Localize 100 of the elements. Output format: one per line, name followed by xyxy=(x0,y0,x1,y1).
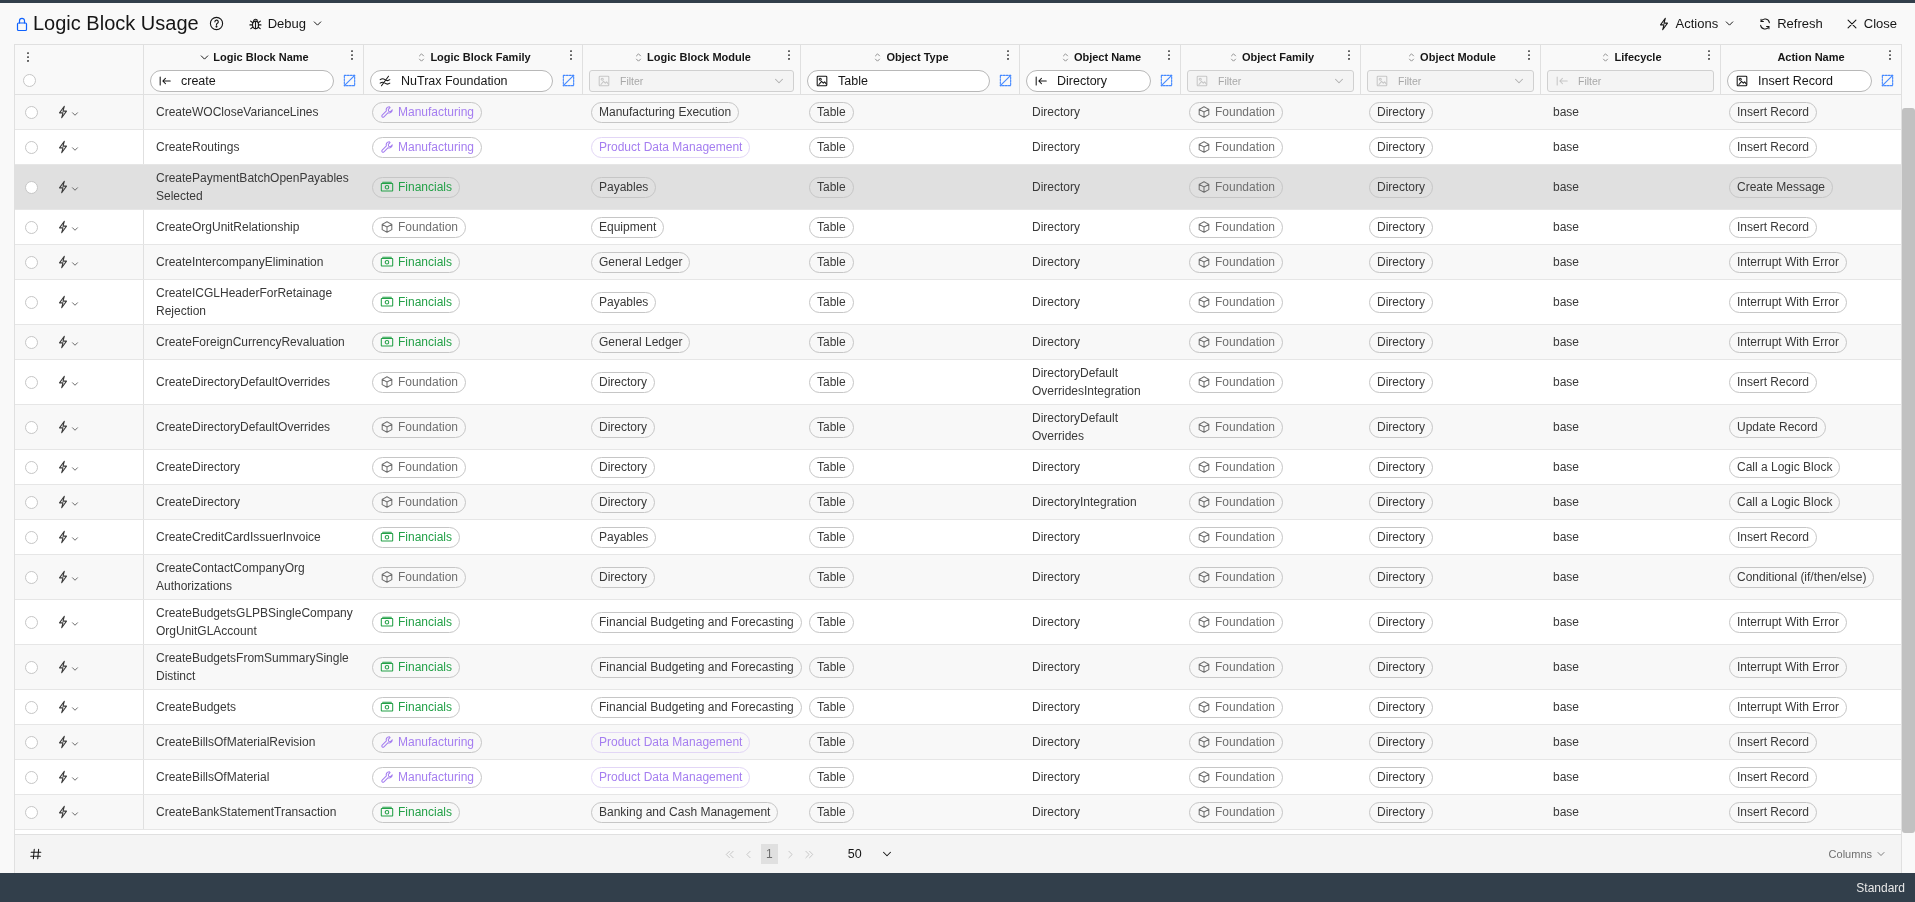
table-row[interactable]: CreateCreditCardIssuerInvoice Financials Payables Table Directory Foundation Directory base Insert Record xyxy=(15,520,1901,555)
filter-field[interactable]: NuTrax Foundation xyxy=(370,69,553,92)
table-row[interactable]: CreateContactCompanyOrg Authorizations Foundation Directory Table Directory Foundation Directory base Conditional (if/then/else) xyxy=(15,555,1901,600)
table-row[interactable]: CreateDirectoryDefaultOverrides Foundation Directory Table DirectoryDefault Overrides Foundation Directory base Update Record xyxy=(15,405,1901,450)
table-row[interactable]: CreatePaymentBatchOpenPayables Selected Financials Payables Table Directory Foundation Directory base Create Message xyxy=(15,165,1901,210)
refresh-button[interactable]: Refresh xyxy=(1754,14,1827,33)
row-actions-button[interactable] xyxy=(56,295,80,309)
column-header[interactable]: Action Name xyxy=(1777,51,1845,63)
filter-field[interactable]: Insert Record xyxy=(1727,69,1872,92)
row-actions-button[interactable] xyxy=(56,375,80,389)
row-checkbox[interactable] xyxy=(25,530,38,544)
row-checkbox[interactable] xyxy=(25,375,38,389)
column-header[interactable]: Lifecycle xyxy=(1599,50,1662,64)
row-actions-button[interactable] xyxy=(56,805,80,819)
clear-filter-icon[interactable] xyxy=(1159,73,1174,88)
column-header[interactable]: Logic Block Family xyxy=(415,50,531,64)
table-row[interactable]: CreateDirectory Foundation Directory Table Directory Foundation Directory base Call a Logic Block xyxy=(15,450,1901,485)
clear-filter-icon[interactable] xyxy=(1880,73,1895,88)
actions-button[interactable]: Actions xyxy=(1652,14,1741,33)
row-checkbox[interactable] xyxy=(25,420,38,434)
column-header[interactable]: Object Name xyxy=(1058,50,1142,64)
filter-field[interactable]: Filter xyxy=(1367,69,1534,92)
column-header[interactable]: Object Module xyxy=(1405,50,1496,64)
row-actions-button[interactable] xyxy=(56,105,80,119)
cash-icon xyxy=(380,660,394,674)
row-actions-button[interactable] xyxy=(56,460,80,474)
row-actions-button[interactable] xyxy=(56,220,80,234)
chevron-down-icon xyxy=(70,809,80,819)
table-row[interactable]: CreateBillsOfMaterialRevision Manufacturing Product Data Management Table Directory Foundation Directory base Insert Record xyxy=(15,725,1901,760)
cash-icon xyxy=(380,700,394,714)
logic-block-name: CreateContactCompanyOrg Authorizations xyxy=(156,560,305,595)
column-header[interactable]: Object Family xyxy=(1226,50,1315,64)
row-checkbox[interactable] xyxy=(25,255,38,269)
row-actions-button[interactable] xyxy=(56,700,80,714)
table-row[interactable]: CreateICGLHeaderForRetainage Rejection Financials Payables Table Directory Foundation Directory base Interrupt With Error xyxy=(15,280,1901,325)
chevron-down-icon xyxy=(70,534,80,544)
row-actions-button[interactable] xyxy=(56,255,80,269)
table-row[interactable]: CreateRoutings Manufacturing Product Data Management Table Directory Foundation Directory base Insert Record xyxy=(15,130,1901,165)
filter-field[interactable]: Filter xyxy=(1187,69,1354,92)
table-row[interactable]: CreateBudgets Financials Financial Budgeting and Forecasting Table Directory Foundation Directory base Interrupt With Error xyxy=(15,690,1901,725)
row-checkbox[interactable] xyxy=(25,770,38,784)
row-checkbox[interactable] xyxy=(25,660,38,674)
bolt-icon xyxy=(56,805,70,819)
table-row[interactable]: CreateWOCloseVarianceLines Manufacturing Manufacturing Execution Table Directory Foundation Directory base Insert Record xyxy=(15,95,1901,130)
row-checkbox[interactable] xyxy=(25,805,38,819)
row-actions-button[interactable] xyxy=(56,770,80,784)
table-row[interactable]: CreateDirectory Foundation Directory Table DirectoryIntegration Foundation Directory base Call a Logic Block xyxy=(15,485,1901,520)
hash-icon[interactable] xyxy=(29,847,43,861)
clear-filter-icon[interactable] xyxy=(342,73,357,88)
row-actions-button[interactable] xyxy=(56,495,80,509)
close-button[interactable]: Close xyxy=(1840,14,1901,33)
column-header[interactable]: Logic Block Module xyxy=(632,50,751,64)
table-row[interactable]: CreateBudgetsGLPBSingleCompany OrgUnitGLAccount Financials Financial Budgeting and Forecasting Table Directory Foundation Directory base Interrupt With Error xyxy=(15,600,1901,645)
table-row[interactable]: CreateIntercompanyElimination Financials General Ledger Table Directory Foundation Directory base Interrupt With Error xyxy=(15,245,1901,280)
row-actions-button[interactable] xyxy=(56,660,80,674)
cube-icon xyxy=(1197,495,1211,509)
row-checkbox[interactable] xyxy=(25,335,38,349)
help-icon[interactable] xyxy=(208,16,224,31)
clear-filter-icon[interactable] xyxy=(998,73,1013,88)
table-row[interactable]: CreateForeignCurrencyRevaluation Financials General Ledger Table Directory Foundation Directory base Interrupt With Error xyxy=(15,325,1901,360)
clear-filter-icon[interactable] xyxy=(561,73,576,88)
chevron-down-icon xyxy=(70,259,80,269)
table-row[interactable]: CreateOrgUnitRelationship Foundation Equipment Table Directory Foundation Directory base Insert Record xyxy=(15,210,1901,245)
row-checkbox[interactable] xyxy=(25,700,38,714)
row-actions-button[interactable] xyxy=(56,180,80,194)
table-row[interactable]: CreateBankStatementTransaction Financials Banking and Cash Management Table Directory Foundation Directory base Insert Record xyxy=(15,795,1901,830)
row-checkbox[interactable] xyxy=(25,180,38,194)
page-button[interactable]: 1 xyxy=(761,844,778,864)
columns-button[interactable]: Columns xyxy=(1828,848,1887,860)
select-all-checkbox[interactable] xyxy=(23,74,36,87)
column-header[interactable]: Object Type xyxy=(871,50,949,64)
filter-field[interactable]: create xyxy=(150,69,334,92)
row-actions-button[interactable] xyxy=(56,420,80,434)
row-checkbox[interactable] xyxy=(25,495,38,509)
row-actions-button[interactable] xyxy=(56,530,80,544)
column-header[interactable]: Logic Block Name xyxy=(198,50,309,64)
row-checkbox[interactable] xyxy=(25,615,38,629)
row-actions-button[interactable] xyxy=(56,615,80,629)
row-actions-button[interactable] xyxy=(56,570,80,584)
filter-field[interactable]: Filter xyxy=(589,69,794,92)
row-actions-button[interactable] xyxy=(56,335,80,349)
filter-field[interactable]: Directory xyxy=(1026,69,1151,92)
bolt-icon xyxy=(56,105,70,119)
scrollbar[interactable] xyxy=(1902,108,1915,833)
debug-button[interactable]: Debug xyxy=(243,14,328,33)
filter-field[interactable]: Filter xyxy=(1547,69,1714,92)
row-checkbox[interactable] xyxy=(25,570,38,584)
row-checkbox[interactable] xyxy=(25,105,38,119)
table-row[interactable]: CreateBudgetsFromSummarySingle Distinct Financials Financial Budgeting and Forecasting Table Directory Foundation Directory base Interrupt With Error xyxy=(15,645,1901,690)
row-checkbox[interactable] xyxy=(25,735,38,749)
row-checkbox[interactable] xyxy=(25,220,38,234)
row-actions-button[interactable] xyxy=(56,140,80,154)
row-checkbox[interactable] xyxy=(25,140,38,154)
page-size-select[interactable]: 50 xyxy=(841,846,900,862)
row-checkbox[interactable] xyxy=(25,460,38,474)
table-row[interactable]: CreateDirectoryDefaultOverrides Foundation Directory Table DirectoryDefault OverridesIntegration Foundation Directory base Insert Record xyxy=(15,360,1901,405)
table-row[interactable]: CreateBillsOfMaterial Manufacturing Product Data Management Table Directory Foundation Directory base Insert Record xyxy=(15,760,1901,795)
row-checkbox[interactable] xyxy=(25,295,38,309)
filter-field[interactable]: Table xyxy=(807,69,990,92)
row-actions-button[interactable] xyxy=(56,735,80,749)
